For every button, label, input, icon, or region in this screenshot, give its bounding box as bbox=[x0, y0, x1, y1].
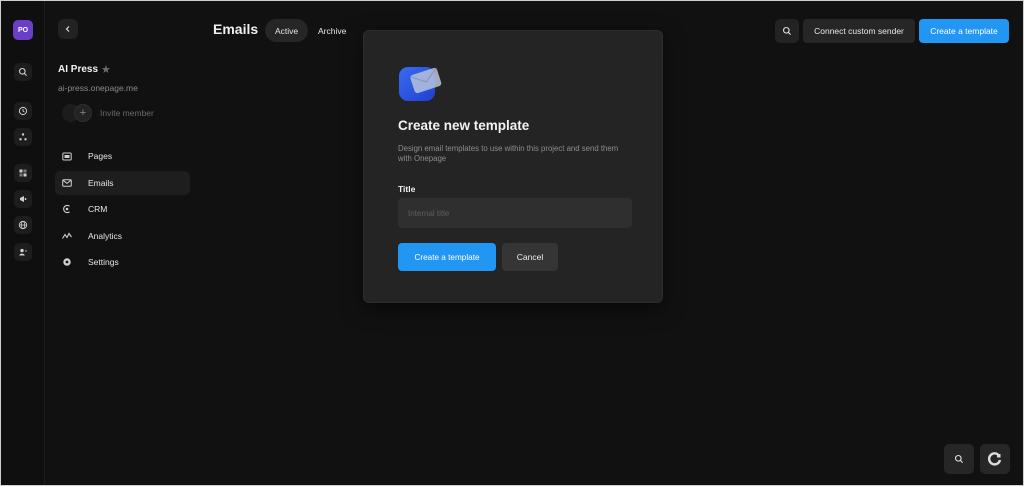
modal-cancel-button[interactable]: Cancel bbox=[502, 243, 558, 271]
sidebar-item-label: Analytics bbox=[88, 230, 123, 241]
title-input[interactable] bbox=[398, 198, 632, 228]
sidebar-item-label: Pages bbox=[88, 151, 113, 161]
analytics-icon bbox=[62, 231, 72, 241]
onepage-logo-icon bbox=[988, 452, 1002, 466]
sidebar-nav: Pages Emails CRM Analytics Settings bbox=[55, 144, 190, 277]
favorite-star-icon[interactable]: ★ bbox=[101, 63, 111, 76]
search-icon bbox=[954, 454, 963, 463]
modal-title: Create new template bbox=[398, 118, 530, 133]
rail-history-button[interactable] bbox=[14, 102, 32, 120]
sidebar-item-label: Settings bbox=[88, 257, 119, 267]
sidebar-item-crm[interactable]: CRM bbox=[55, 197, 190, 221]
collapse-sidebar-button[interactable] bbox=[58, 19, 78, 39]
rail-marketing-button[interactable] bbox=[14, 190, 32, 208]
project-name: AI Press bbox=[58, 64, 99, 75]
tab-archive[interactable]: Archive bbox=[308, 19, 356, 42]
user-icon bbox=[19, 248, 27, 256]
crm-icon bbox=[62, 204, 72, 214]
plus-icon: + bbox=[74, 104, 92, 122]
invite-member-label: Invite member bbox=[100, 108, 154, 118]
project-url[interactable]: ai-press.onepage.me bbox=[58, 83, 138, 93]
connect-custom-sender-button[interactable]: Connect custom sender bbox=[803, 19, 915, 43]
nodes-icon bbox=[19, 133, 27, 141]
member-avatars: + bbox=[62, 104, 92, 122]
megaphone-icon bbox=[20, 196, 27, 202]
search-icon bbox=[18, 67, 27, 76]
sidebar-item-emails[interactable]: Emails bbox=[55, 170, 190, 195]
modal-create-template-button[interactable]: Create a template bbox=[398, 243, 496, 271]
rail-integrations-button[interactable] bbox=[14, 128, 32, 146]
icon-rail: PO bbox=[1, 1, 45, 485]
sidebar-item-pages[interactable]: Pages bbox=[55, 144, 190, 168]
settings-icon bbox=[62, 257, 72, 267]
project-sidebar: AI Press ★ ai-press.onepage.me + Invite … bbox=[46, 1, 196, 485]
tab-active[interactable]: Active bbox=[265, 19, 309, 42]
page-title: Emails bbox=[213, 21, 259, 37]
rail-search-button[interactable] bbox=[14, 63, 32, 81]
floating-help-button[interactable] bbox=[980, 444, 1010, 474]
invite-member-button[interactable]: + Invite member bbox=[62, 103, 154, 123]
globe-icon bbox=[18, 220, 28, 230]
rail-domains-button[interactable] bbox=[14, 216, 32, 234]
pages-icon bbox=[62, 151, 72, 161]
grid-icon bbox=[19, 169, 27, 177]
title-field-label: Title bbox=[398, 184, 416, 194]
rail-dashboard-button[interactable] bbox=[14, 164, 32, 182]
mail-icon bbox=[62, 178, 72, 188]
sidebar-item-label: CRM bbox=[88, 204, 108, 214]
header-search-button[interactable] bbox=[775, 19, 799, 43]
sidebar-item-settings[interactable]: Settings bbox=[55, 250, 190, 274]
sidebar-item-label: Emails bbox=[88, 177, 114, 188]
rail-team-button[interactable] bbox=[14, 243, 32, 261]
envelope-illustration-icon bbox=[399, 67, 442, 101]
create-template-button[interactable]: Create a template bbox=[919, 19, 1009, 43]
create-template-modal: Create new template Design email templat… bbox=[363, 30, 663, 303]
app-window: PO AI Press ★ ai-press.onepage.me + Invi… bbox=[1, 1, 1023, 485]
floating-search-button[interactable] bbox=[944, 444, 974, 474]
search-icon bbox=[782, 26, 791, 35]
modal-description: Design email templates to use within thi… bbox=[398, 144, 619, 163]
clock-icon bbox=[18, 106, 28, 116]
workspace-avatar[interactable]: PO bbox=[13, 20, 33, 40]
chevron-left-icon bbox=[65, 26, 70, 32]
sidebar-item-analytics[interactable]: Analytics bbox=[55, 224, 190, 248]
